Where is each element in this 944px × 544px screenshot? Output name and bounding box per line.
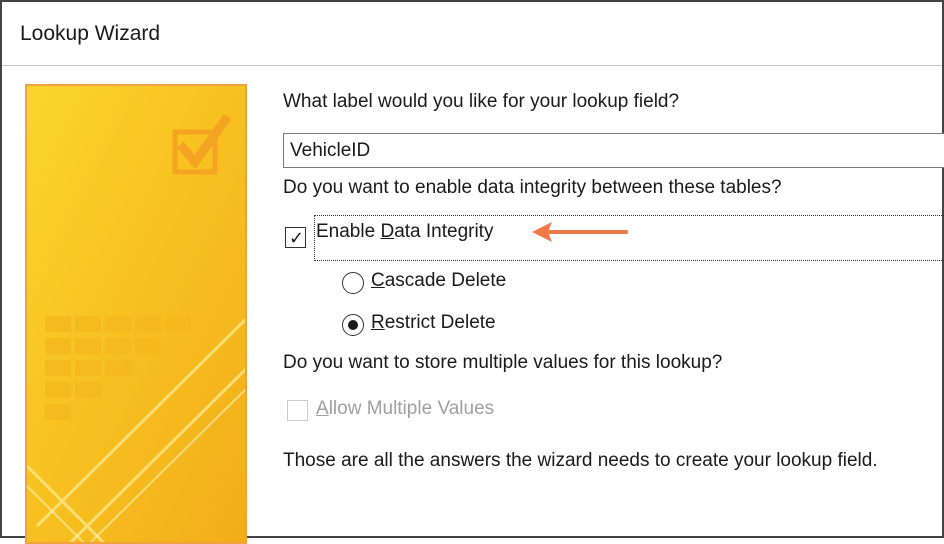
lookup-label-input[interactable] xyxy=(283,133,944,168)
integrity-question: Do you want to enable data integrity bet… xyxy=(283,177,782,198)
wizard-illustration xyxy=(27,86,245,542)
multiple-values-question: Do you want to store multiple values for… xyxy=(283,352,723,373)
enable-data-integrity-checkbox[interactable]: ✓ xyxy=(285,227,306,248)
title-bar: Lookup Wizard xyxy=(2,2,942,66)
cascade-delete-radio[interactable] xyxy=(342,272,364,294)
label-question: What label would you like for your looku… xyxy=(283,91,680,112)
lookup-wizard-window: Lookup Wizard What label would you like … xyxy=(0,0,944,544)
cascade-delete-label[interactable]: Cascade Delete xyxy=(371,270,506,292)
restrict-delete-label[interactable]: Restrict Delete xyxy=(371,312,496,334)
radio-selected-dot xyxy=(348,320,358,330)
window-title: Lookup Wizard xyxy=(20,22,161,45)
allow-multiple-values-checkbox[interactable] xyxy=(287,400,308,421)
check-icon: ✓ xyxy=(289,228,305,248)
restrict-delete-radio[interactable] xyxy=(342,314,364,336)
wizard-side-graphic xyxy=(25,84,247,544)
annotation-arrow-icon xyxy=(532,222,628,242)
final-message: Those are all the answers the wizard nee… xyxy=(283,450,878,471)
enable-data-integrity-label[interactable]: Enable Data Integrity xyxy=(316,221,493,243)
allow-multiple-values-label: Allow Multiple Values xyxy=(316,398,495,419)
